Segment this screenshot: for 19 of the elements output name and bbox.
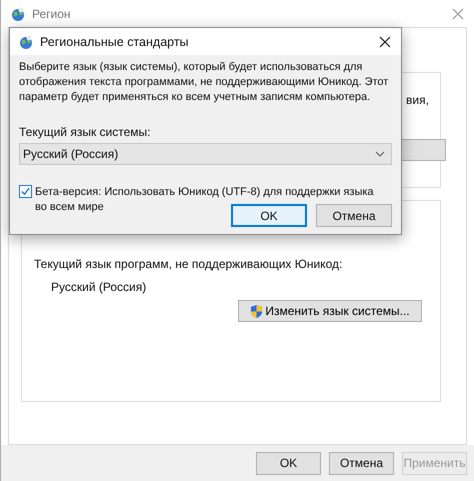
language-dropdown[interactable]: Русский (Россия) [19,143,392,165]
chevron-down-icon [375,151,385,157]
dialog-title: Региональные стандарты [40,34,189,48]
dialog-button[interactable]: OK [231,204,307,227]
dialog-button[interactable]: Отмена [316,204,392,227]
checkbox[interactable] [19,185,32,198]
window-title: Регион [32,6,71,20]
globe-icon [18,34,34,50]
globe-icon [10,6,26,22]
dialog-button[interactable]: OK [256,452,321,474]
description-text: Выберите язык (язык системы), который будет использоваться для отображения текста программами, не поддерживающими Юникод. Этот параметр будет применяться ко всем учетным записям компьютера. [19,60,390,105]
combo-label: Текущий язык системы: [19,125,152,139]
unicode-value: Русский (Россия) [51,280,148,294]
change-language-button[interactable]: Изменить язык системы... [238,300,422,322]
group-text: вия, [406,93,429,107]
unicode-label: Текущий язык программ, не поддерживающих Юникод: [34,257,344,271]
close-icon[interactable] [379,36,391,48]
dialog-button[interactable]: Отмена [329,452,394,474]
shield-icon [250,304,264,318]
